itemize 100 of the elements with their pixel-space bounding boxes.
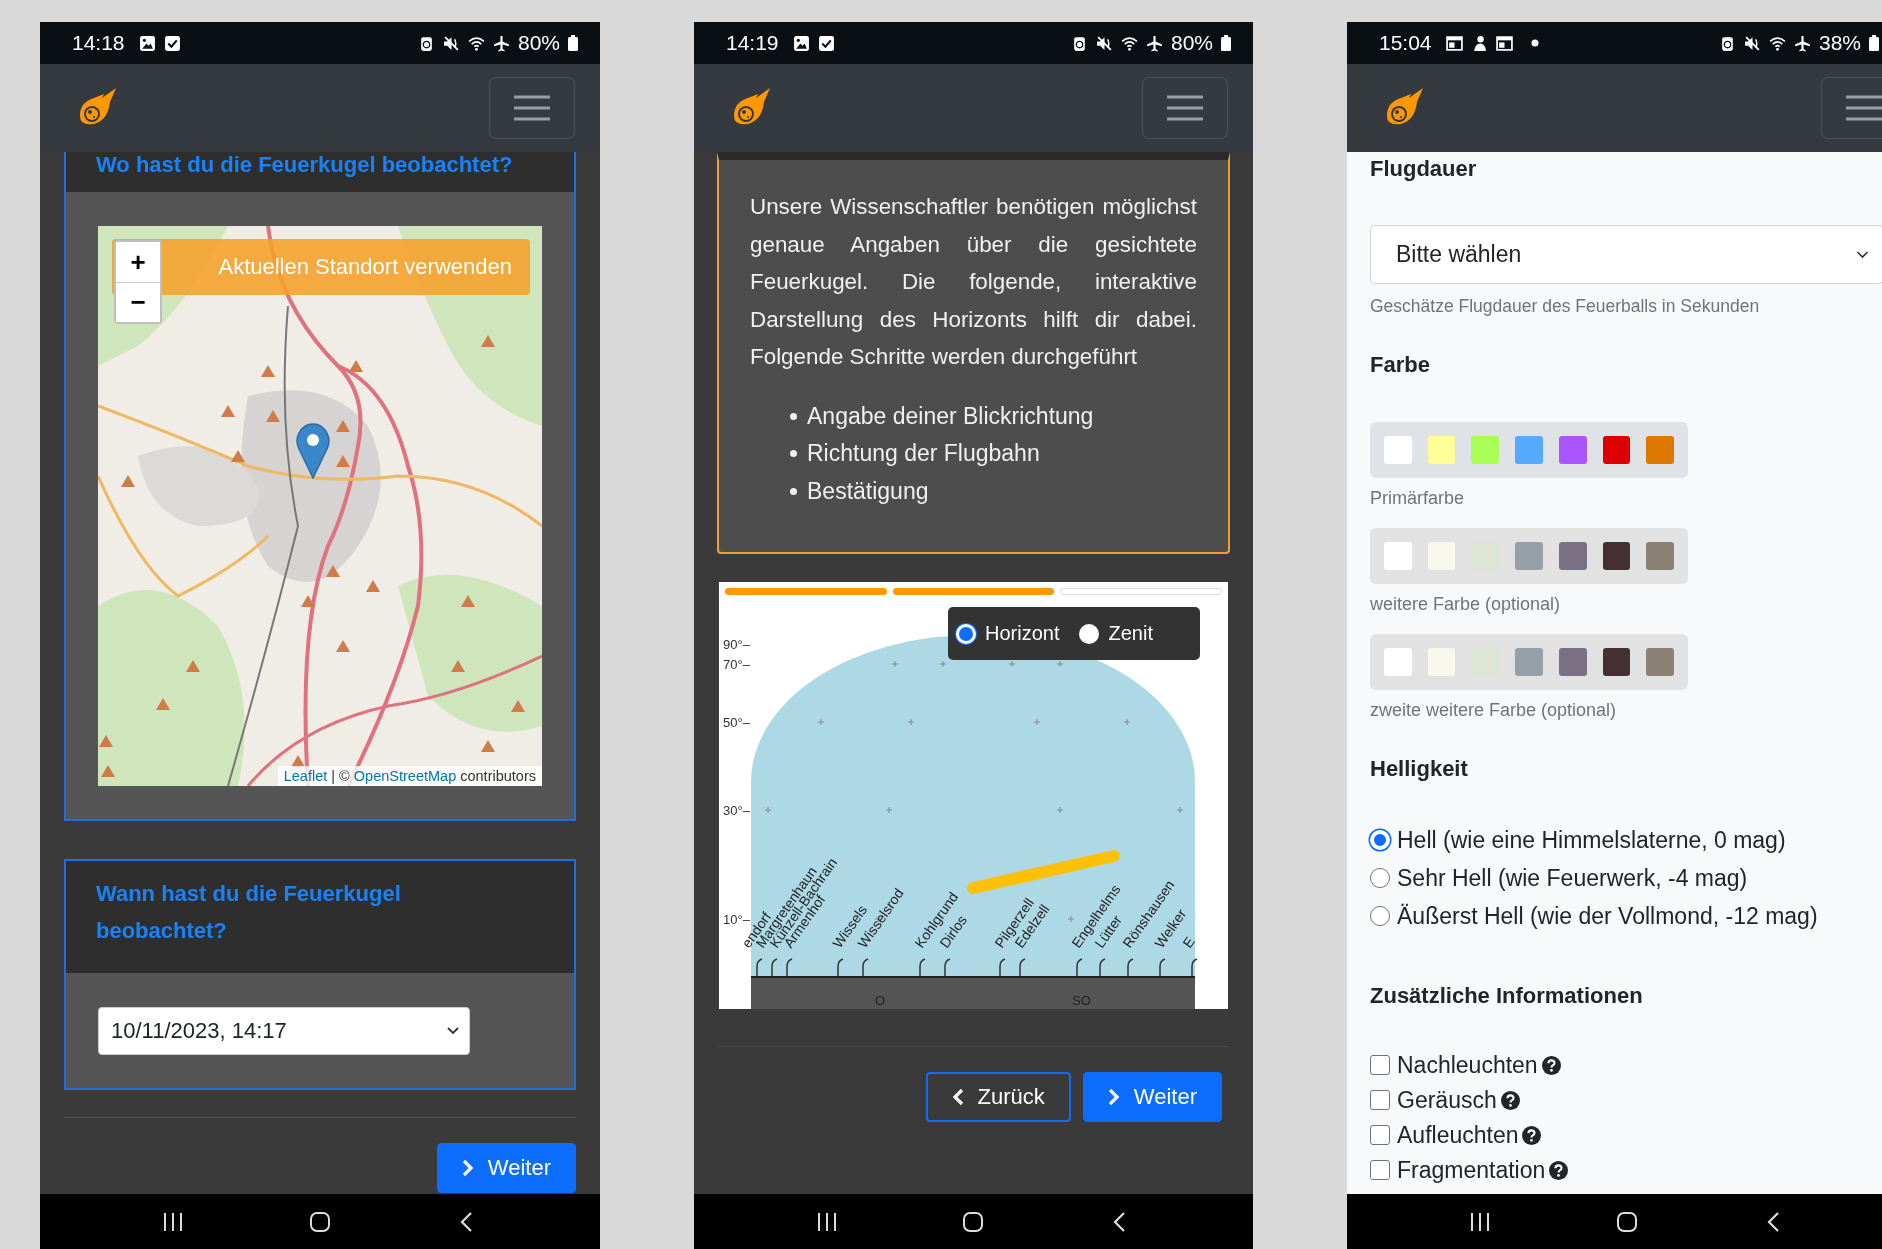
wifi-icon: [1768, 34, 1786, 52]
recent-apps-icon[interactable]: [816, 1210, 839, 1233]
card-title: Wann hast du die Feuerkugel beobachtet?: [96, 880, 402, 945]
help-icon[interactable]: [1522, 1125, 1542, 1145]
section-heading: Flugdauer: [1370, 156, 1478, 182]
color-swatch[interactable]: [1515, 542, 1543, 570]
caret-icon: [1856, 250, 1869, 259]
altitude-label: 50°–: [723, 715, 750, 730]
airplane-icon: [1145, 34, 1163, 52]
section-heading: Farbe: [1370, 352, 1431, 378]
info-checkbox-option[interactable]: Nachleuchten: [1370, 1050, 1538, 1080]
leaflet-link[interactable]: Leaflet: [283, 768, 328, 784]
color-swatch[interactable]: [1558, 436, 1587, 464]
palette-label: zweite weitere Farbe (optional): [1370, 699, 1618, 722]
openstreetmap-link[interactable]: OpenStreetMap: [353, 768, 457, 784]
bullet-icon: [790, 487, 797, 495]
airplane-icon: [492, 34, 510, 52]
zoom-out-button[interactable]: −: [116, 282, 160, 322]
color-swatch[interactable]: [1384, 436, 1412, 464]
color-swatch[interactable]: [1646, 542, 1675, 570]
card-title: Wo hast du die Feuerkugel beobachtet?: [96, 152, 513, 179]
home-icon[interactable]: [1616, 1210, 1638, 1233]
section-heading: Zusätzliche Informationen: [1370, 983, 1644, 1009]
status-time: 14:18: [72, 31, 125, 55]
battery-icon: [1221, 35, 1231, 51]
view-mode-option[interactable]: Zenit: [1079, 622, 1153, 645]
brightness-option[interactable]: Hell (wie eine Himmelslaterne, 0 mag): [1370, 825, 1882, 855]
brightness-option[interactable]: Äußerst Hell (wie der Vollmond, -12 mag): [1370, 901, 1882, 931]
color-swatch[interactable]: [1515, 648, 1543, 676]
home-icon[interactable]: [309, 1210, 331, 1233]
field-hint: Geschätze Flugdauer des Feuerballs in Sekunden: [1370, 295, 1761, 318]
notification-dot-icon: [1530, 39, 1539, 47]
mute-icon: [442, 34, 460, 52]
recent-apps-icon[interactable]: [1469, 1210, 1492, 1233]
color-swatch[interactable]: [1558, 542, 1587, 570]
checkbox-icon: [163, 34, 181, 52]
calendar-icon: [1445, 34, 1463, 52]
view-mode-option[interactable]: Horizont: [956, 622, 1060, 645]
battery-percentage: 38%: [1818, 31, 1861, 55]
palette-label: Primärfarbe: [1370, 487, 1466, 510]
bullet-icon: [790, 450, 797, 458]
mute-icon: [1743, 34, 1761, 52]
info-checkbox-option[interactable]: Aufleuchten: [1370, 1120, 1519, 1150]
color-swatch[interactable]: [1515, 436, 1543, 464]
color-swatch[interactable]: [1602, 542, 1631, 570]
menu-button[interactable]: [1821, 77, 1882, 139]
color-swatch[interactable]: [1558, 648, 1587, 676]
menu-button[interactable]: [1142, 77, 1228, 139]
datetime-select[interactable]: 10/11/2023, 14:17: [98, 1007, 470, 1055]
color-swatch[interactable]: [1427, 436, 1456, 464]
help-icon[interactable]: [1541, 1055, 1561, 1075]
menu-button[interactable]: [489, 77, 575, 139]
map-attribution: Leaflet | © OpenStreetMap contributors: [277, 766, 542, 786]
step-text: Bestätigung: [807, 476, 929, 506]
info-checkbox-option[interactable]: Geräusch: [1370, 1085, 1497, 1115]
color-swatch[interactable]: [1602, 436, 1631, 464]
next-button[interactable]: Weiter: [1082, 1072, 1222, 1122]
color-swatch[interactable]: [1384, 648, 1412, 676]
color-swatch[interactable]: [1602, 648, 1631, 676]
battery-percentage: 80%: [517, 31, 560, 55]
menu-icon: [1166, 94, 1204, 122]
battery-icon: [1869, 35, 1879, 51]
step-text: Angabe deiner Blickrichtung: [807, 401, 1094, 431]
chevron-right-icon: [1107, 1088, 1120, 1106]
info-checkbox-option[interactable]: Fragmentation: [1370, 1155, 1546, 1185]
help-icon[interactable]: [1549, 1160, 1569, 1180]
status-time: 15:04: [1379, 31, 1432, 55]
battery-icon: [568, 35, 578, 51]
duration-select[interactable]: Bitte wählen: [1370, 225, 1882, 284]
bullet-icon: [790, 412, 797, 420]
image-icon: [138, 34, 156, 52]
brightness-option[interactable]: Sehr Hell (wie Feuerwerk, -4 mag): [1370, 863, 1882, 893]
altitude-label: 30°–: [723, 803, 750, 818]
image-icon: [792, 34, 810, 52]
battery-percentage: 80%: [1170, 31, 1213, 55]
caret-icon: [447, 1027, 459, 1035]
home-icon[interactable]: [962, 1210, 985, 1233]
help-icon[interactable]: [1500, 1090, 1520, 1110]
wifi-icon: [1120, 34, 1138, 52]
color-swatch[interactable]: [1384, 542, 1412, 570]
airplane-icon: [1793, 34, 1811, 52]
color-swatch[interactable]: [1646, 436, 1675, 464]
map-pin-icon[interactable]: [295, 423, 331, 479]
recent-apps-icon[interactable]: [162, 1210, 185, 1233]
wifi-icon: [467, 34, 485, 52]
next-button[interactable]: Weiter: [436, 1143, 576, 1193]
intro-paragraph: Unsere Wissenschaftler benötigen möglichst genaue Angaben über die gesichtete Feuerkugel. Die folgende, interaktive Darstellung des Horizonts hilft dir dabei. Folgende Schritte werden durchgeführt: [750, 193, 1197, 371]
chevron-left-icon: [951, 1088, 964, 1106]
color-swatch[interactable]: [1646, 648, 1675, 676]
checkbox-icon: [817, 34, 835, 52]
color-swatch[interactable]: [1471, 436, 1500, 464]
altitude-label: 70°–: [723, 657, 750, 672]
back-button[interactable]: Zurück: [925, 1072, 1071, 1122]
section-heading: Helligkeit: [1370, 756, 1469, 782]
chevron-right-icon: [461, 1159, 474, 1177]
menu-icon: [513, 94, 551, 122]
mute-icon: [1095, 34, 1113, 52]
palette-label: weitere Farbe (optional): [1370, 593, 1562, 616]
step-text: Richtung der Flugbahn: [807, 439, 1040, 468]
menu-icon: [1845, 94, 1882, 122]
